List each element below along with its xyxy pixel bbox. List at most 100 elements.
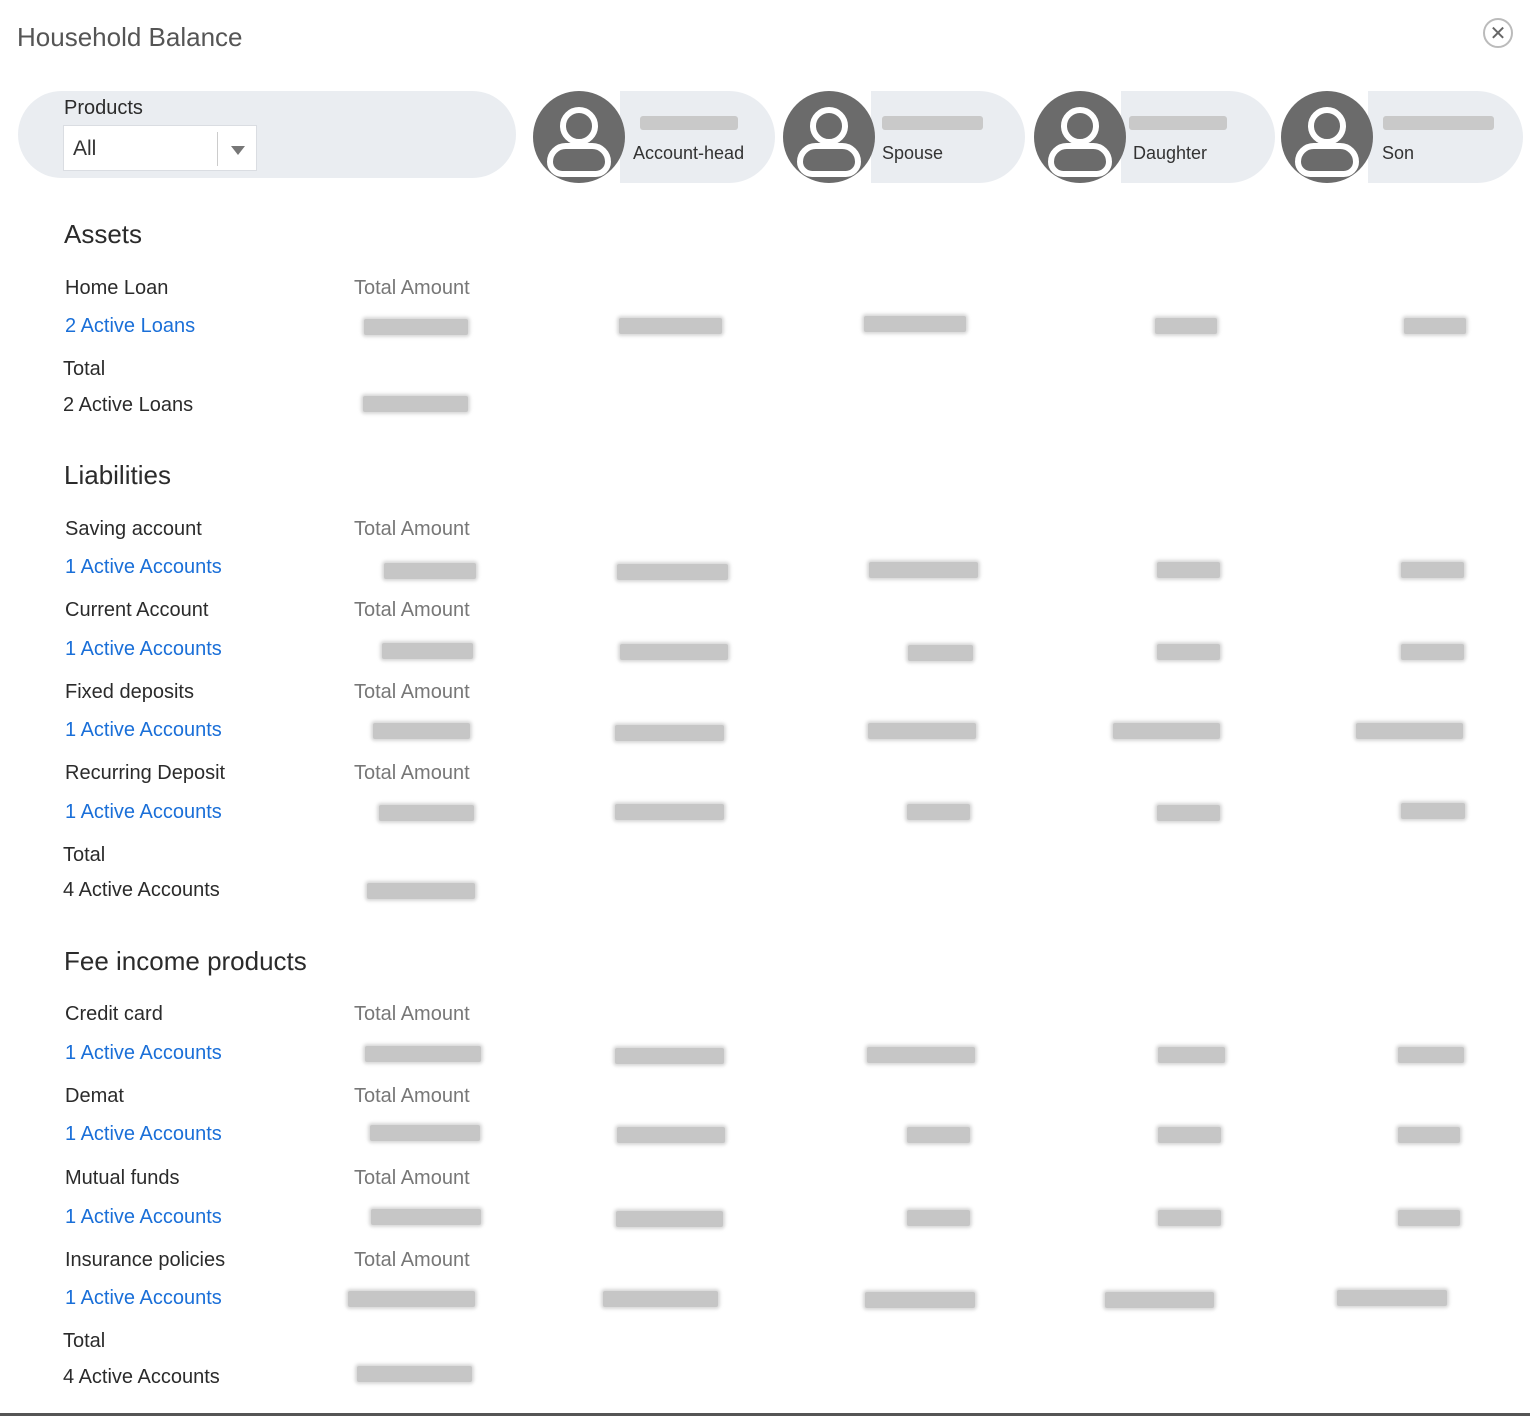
amount-redacted xyxy=(1401,562,1464,578)
section-title-assets: Assets xyxy=(64,219,143,249)
product-label: Current Account xyxy=(65,599,209,621)
total-amount-header: Total Amount xyxy=(354,1003,470,1025)
products-select[interactable]: All xyxy=(63,125,257,171)
amount-redacted xyxy=(371,1209,481,1225)
amount-redacted xyxy=(1401,803,1465,819)
product-label: Recurring Deposit xyxy=(65,762,226,784)
amount-redacted xyxy=(615,1048,724,1064)
amount-redacted xyxy=(1113,723,1220,739)
total-label: Total xyxy=(63,1330,106,1352)
total-amount-header: Total Amount xyxy=(354,1249,470,1271)
amount-redacted xyxy=(869,562,978,578)
total-amount-header: Total Amount xyxy=(354,1085,470,1107)
active-accounts-link[interactable]: 1 Active Accounts xyxy=(65,801,222,824)
active-accounts-link[interactable]: 1 Active Accounts xyxy=(65,1206,222,1229)
amount-redacted xyxy=(1155,318,1217,334)
product-label: Demat xyxy=(65,1085,124,1107)
member-card-account-head[interactable]: Account-head xyxy=(620,91,775,183)
member-role: Spouse xyxy=(882,143,944,163)
section-title-liabilities: Liabilities xyxy=(64,460,171,490)
amount-redacted xyxy=(865,1292,975,1308)
products-filter: Products All xyxy=(18,91,516,178)
active-accounts-link[interactable]: 1 Active Accounts xyxy=(65,719,222,742)
amount-redacted xyxy=(617,1127,725,1143)
total-value: 2 Active Loans xyxy=(63,394,194,416)
total-amount-header: Total Amount xyxy=(354,599,470,621)
select-divider xyxy=(217,132,218,166)
total-amount-header: Total Amount xyxy=(354,1167,470,1189)
products-select-value: All xyxy=(73,137,97,160)
amount-redacted xyxy=(1158,1210,1221,1226)
close-button[interactable]: ✕ xyxy=(1483,18,1513,48)
active-accounts-link[interactable]: 1 Active Accounts xyxy=(65,1287,222,1310)
amount-redacted xyxy=(615,804,724,820)
amount-redacted xyxy=(619,318,722,334)
member-card-spouse[interactable]: Spouse xyxy=(871,91,1025,183)
amount-redacted xyxy=(868,723,976,739)
product-label: Saving account xyxy=(65,518,202,540)
active-accounts-link[interactable]: 1 Active Accounts xyxy=(65,556,222,579)
amount-redacted xyxy=(1157,644,1220,660)
amount-redacted xyxy=(1158,1127,1221,1143)
chevron-down-icon[interactable] xyxy=(231,146,245,155)
total-value: 4 Active Accounts xyxy=(63,879,220,901)
product-label: Mutual funds xyxy=(65,1167,180,1189)
amount-redacted xyxy=(364,319,468,335)
amount-redacted xyxy=(1401,644,1464,660)
amount-redacted xyxy=(1398,1047,1464,1063)
section-title-fee-income: Fee income products xyxy=(64,946,307,976)
total-amount-header: Total Amount xyxy=(354,681,470,703)
amount-redacted xyxy=(382,643,473,659)
member-name-redacted xyxy=(1383,116,1494,130)
amount-redacted xyxy=(367,883,475,899)
total-amount-header: Total Amount xyxy=(354,518,470,540)
amount-redacted xyxy=(617,564,728,580)
member-name-redacted xyxy=(640,116,738,130)
active-accounts-link[interactable]: 1 Active Accounts xyxy=(65,1123,222,1146)
amount-redacted xyxy=(907,1127,970,1143)
amount-redacted xyxy=(384,563,476,579)
product-label: Home Loan xyxy=(65,277,169,299)
amount-redacted xyxy=(1105,1292,1214,1308)
amount-redacted xyxy=(1398,1127,1460,1143)
product-label: Fixed deposits xyxy=(65,681,194,703)
amount-redacted xyxy=(348,1291,475,1307)
total-amount-header: Total Amount xyxy=(354,762,470,784)
close-icon: ✕ xyxy=(1489,22,1507,45)
amount-redacted xyxy=(616,1211,723,1227)
total-value: 4 Active Accounts xyxy=(63,1366,220,1388)
active-loans-link[interactable]: 2 Active Loans xyxy=(65,315,195,338)
member-card-daughter[interactable]: Daughter xyxy=(1121,91,1275,183)
amount-redacted xyxy=(357,1366,472,1382)
member-name-redacted xyxy=(882,116,983,130)
member-name-redacted xyxy=(1129,116,1227,130)
avatar-icon[interactable] xyxy=(783,91,875,183)
amount-redacted xyxy=(615,725,724,741)
amount-redacted xyxy=(363,396,468,412)
avatar-icon[interactable] xyxy=(1034,91,1126,183)
amount-redacted xyxy=(907,1210,970,1226)
amount-redacted xyxy=(907,804,970,820)
amount-redacted xyxy=(1398,1210,1460,1226)
avatar-icon[interactable] xyxy=(533,91,625,183)
amount-redacted xyxy=(867,1047,975,1063)
amount-redacted xyxy=(1337,1290,1447,1306)
active-accounts-link[interactable]: 1 Active Accounts xyxy=(65,1042,222,1065)
total-amount-header: Total Amount xyxy=(354,277,470,299)
member-role: Daughter xyxy=(1133,143,1208,163)
amount-redacted xyxy=(1157,562,1220,578)
avatar-icon[interactable] xyxy=(1281,91,1373,183)
active-accounts-link[interactable]: 1 Active Accounts xyxy=(65,638,222,661)
amount-redacted xyxy=(1157,805,1220,821)
member-role: Account-head xyxy=(633,143,745,163)
amount-redacted xyxy=(908,645,973,661)
product-label: Insurance policies xyxy=(65,1249,226,1271)
amount-redacted xyxy=(620,644,728,660)
amount-redacted xyxy=(864,316,966,332)
amount-redacted xyxy=(370,1125,480,1141)
amount-redacted xyxy=(379,805,474,821)
amount-redacted xyxy=(373,723,470,739)
member-card-son[interactable]: Son xyxy=(1368,91,1523,183)
amount-redacted xyxy=(1404,318,1466,334)
total-label: Total xyxy=(63,358,106,380)
